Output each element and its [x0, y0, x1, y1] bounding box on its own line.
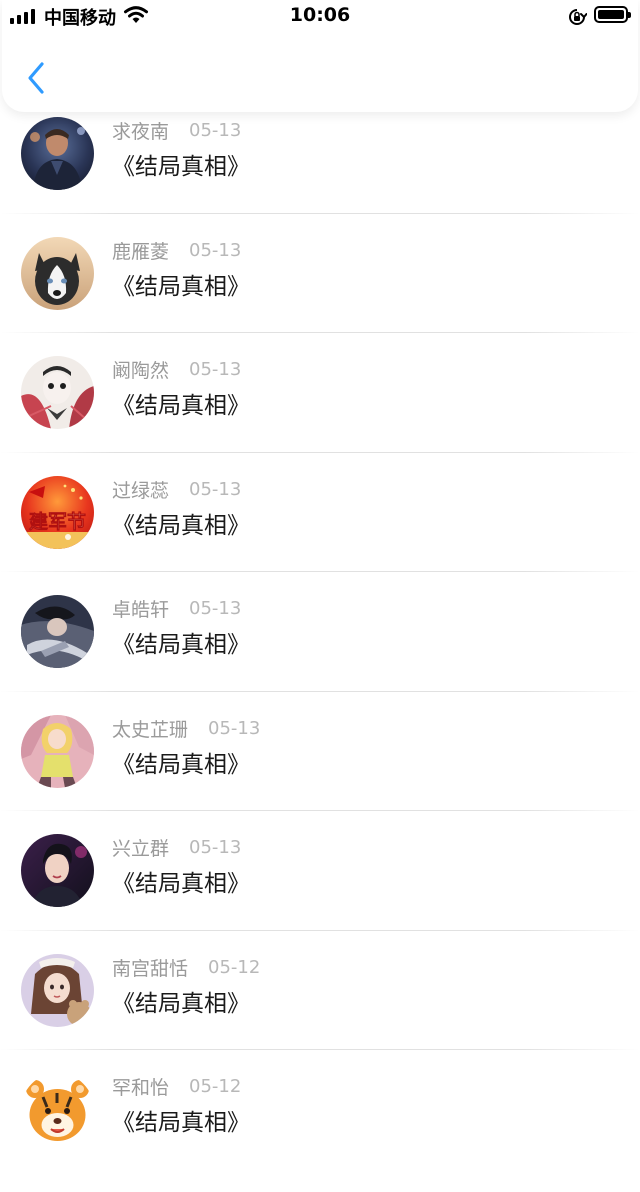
avatar[interactable]: [21, 1073, 94, 1146]
list-item[interactable]: 求夜南 05-13 《结局真相》: [0, 117, 640, 236]
comment-title[interactable]: 《结局真相》: [112, 1103, 250, 1137]
comment-date: 05-13: [189, 119, 242, 141]
list-item[interactable]: 建军节 过绿蕊 05-13 《结局真相》: [0, 476, 640, 595]
back-button[interactable]: [20, 58, 54, 98]
comment-date: 05-13: [189, 597, 242, 619]
list-item[interactable]: 南宫甜恬 05-12 《结局真相》: [0, 954, 640, 1073]
commenter-name: 求夜南: [112, 120, 170, 143]
comment-title[interactable]: 《结局真相》: [112, 147, 250, 181]
clock-time: 10:06: [289, 4, 351, 26]
avatar[interactable]: [21, 237, 94, 310]
comment-date: 05-13: [189, 358, 242, 380]
divider: [0, 213, 640, 214]
divider: [0, 691, 640, 692]
divider: [0, 332, 640, 333]
avatar[interactable]: 建军节: [21, 476, 94, 549]
comment-title[interactable]: 《结局真相》: [112, 745, 250, 779]
commenter-name: 罕和怡: [112, 1076, 170, 1099]
commenter-name: 南宫甜恬: [112, 957, 189, 980]
list-item[interactable]: 卓皓轩 05-13 《结局真相》: [0, 595, 640, 714]
avatar[interactable]: [21, 356, 94, 429]
comment-date: 05-12: [189, 1075, 242, 1097]
comment-title[interactable]: 《结局真相》: [112, 864, 250, 898]
comment-title[interactable]: 《结局真相》: [112, 984, 250, 1018]
chevron-left-icon: [28, 62, 44, 94]
comment-date: 05-13: [208, 717, 261, 739]
comment-title[interactable]: 《结局真相》: [112, 386, 250, 420]
commenter-name: 太史芷珊: [112, 718, 189, 741]
list-item[interactable]: 太史芷珊 05-13 《结局真相》: [0, 715, 640, 834]
commenter-name: 卓皓轩: [112, 598, 170, 621]
commenter-name: 兴立群: [112, 837, 170, 860]
avatar[interactable]: [21, 834, 94, 907]
avatar[interactable]: [21, 715, 94, 788]
comment-date: 05-13: [189, 239, 242, 261]
rotation-lock-icon: [569, 9, 587, 25]
comment-title[interactable]: 《结局真相》: [112, 625, 250, 659]
divider: [0, 810, 640, 811]
list-item[interactable]: 阚陶然 05-13 《结局真相》: [0, 356, 640, 475]
list-item[interactable]: 兴立群 05-13 《结局真相》: [0, 834, 640, 953]
avatar[interactable]: [21, 117, 94, 190]
commenter-name: 鹿雁菱: [112, 240, 170, 263]
commenter-name: 过绿蕊: [112, 479, 170, 502]
avatar[interactable]: [21, 954, 94, 1027]
divider: [0, 1049, 640, 1050]
list-item[interactable]: 罕和怡 05-12 《结局真相》: [0, 1073, 640, 1192]
list-item[interactable]: 鹿雁菱 05-13 《结局真相》: [0, 237, 640, 356]
divider: [0, 930, 640, 931]
status-bar: 中国移动 10:06: [0, 0, 640, 32]
divider: [0, 571, 640, 572]
comment-date: 05-12: [208, 956, 261, 978]
comment-date: 05-13: [189, 836, 242, 858]
battery-icon: [594, 6, 631, 23]
avatar-caption: 建军节: [29, 510, 86, 533]
avatar[interactable]: [21, 595, 94, 668]
commenter-name: 阚陶然: [112, 359, 170, 382]
comment-title[interactable]: 《结局真相》: [112, 506, 250, 540]
comment-title[interactable]: 《结局真相》: [112, 267, 250, 301]
divider: [0, 452, 640, 453]
comment-date: 05-13: [189, 478, 242, 500]
